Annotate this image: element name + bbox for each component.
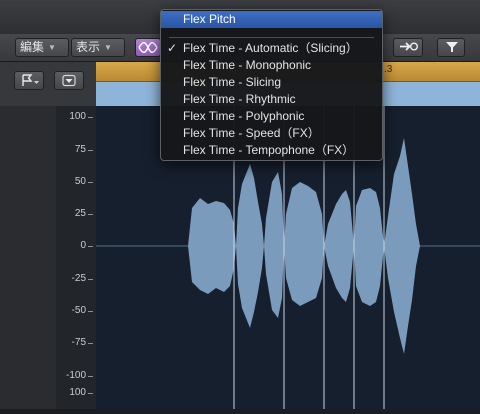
left-panel	[0, 106, 56, 409]
flag-menu-button[interactable]	[14, 71, 44, 90]
scale-tick-label: -50	[71, 305, 86, 316]
menu-item-flex-time-slicing[interactable]: Flex Time - Slicing	[161, 74, 382, 91]
scale-tick-label: 75	[74, 144, 86, 155]
menu-item-flex-time-automatic[interactable]: ✓ Flex Time - Automatic（Slicing）	[161, 40, 382, 57]
view-menu-label: 表示	[76, 40, 101, 54]
filter-icon	[446, 42, 458, 52]
flag-icon	[22, 74, 39, 86]
menu-item-label: Flex Time - Polyphonic	[183, 109, 305, 123]
menu-item-label: Flex Time - Tempophone（FX）	[183, 143, 355, 157]
chevron-down-icon: ▼	[104, 43, 112, 52]
menu-item-label: Flex Time - Rhythmic	[183, 92, 296, 106]
arrow-target-icon	[400, 42, 418, 51]
catch-playhead-button[interactable]	[393, 38, 423, 57]
region-options-button[interactable]	[54, 71, 84, 90]
scale-tick-mark	[88, 182, 93, 183]
scale-tick-label: 0	[80, 240, 86, 251]
menu-item-label: Flex Pitch	[183, 12, 236, 26]
menu-item-label: Flex Time - Speed（FX）	[183, 126, 320, 140]
scale-tick-label: -100	[65, 370, 86, 381]
scale-tick-label: -75	[71, 337, 86, 348]
audio-waveform	[188, 138, 424, 354]
checkmark-icon: ✓	[167, 41, 178, 55]
edit-menu-label: 編集	[20, 40, 45, 54]
scale-tick-mark	[88, 246, 93, 247]
scale-tick-label: 100	[69, 111, 86, 122]
menu-item-flex-pitch[interactable]: Flex Pitch	[161, 11, 382, 28]
view-menu-button[interactable]: 表示 ▼	[71, 38, 125, 57]
flex-mode-menu: Flex Pitch ✓ Flex Time - Automatic（Slici…	[160, 9, 383, 161]
ruler-bar-label: .3	[384, 64, 393, 75]
menu-item-flex-time-speed[interactable]: Flex Time - Speed（FX）	[161, 125, 382, 142]
filter-button[interactable]	[437, 38, 465, 57]
menu-item-flex-time-monophonic[interactable]: Flex Time - Monophonic	[161, 57, 382, 74]
menu-item-label: Flex Time - Monophonic	[183, 58, 312, 72]
menu-item-flex-time-tempophone[interactable]: Flex Time - Tempophone（FX）	[161, 142, 382, 159]
edit-menu-button[interactable]: 編集 ▼	[15, 38, 69, 57]
scale-tick-mark	[88, 279, 93, 280]
scale-tick-label: 50	[74, 176, 86, 187]
scale-tick-mark	[88, 214, 93, 215]
scale-tick-label: -25	[71, 273, 86, 284]
dropdown-triangle-icon	[62, 74, 76, 87]
scale-tick-mark	[88, 393, 93, 394]
menu-item-flex-time-polyphonic[interactable]: Flex Time - Polyphonic	[161, 108, 382, 125]
menu-item-label: Flex Time - Slicing	[183, 75, 282, 89]
scale-tick-label: 100	[69, 387, 86, 398]
scale-tick-mark	[88, 376, 93, 377]
scale-tick-mark	[88, 150, 93, 151]
scale-tick-mark	[88, 343, 93, 344]
scale-tick-mark	[88, 117, 93, 118]
flex-icon	[138, 41, 158, 54]
scale-tick-label: 25	[74, 208, 86, 219]
menu-item-label: Flex Time - Automatic（Slicing）	[183, 41, 358, 55]
menu-separator	[169, 37, 374, 38]
flex-mode-button[interactable]	[135, 38, 161, 57]
menu-item-flex-time-rhythmic[interactable]: Flex Time - Rhythmic	[161, 91, 382, 108]
scale-tick-mark	[88, 311, 93, 312]
chevron-down-icon: ▼	[48, 43, 56, 52]
